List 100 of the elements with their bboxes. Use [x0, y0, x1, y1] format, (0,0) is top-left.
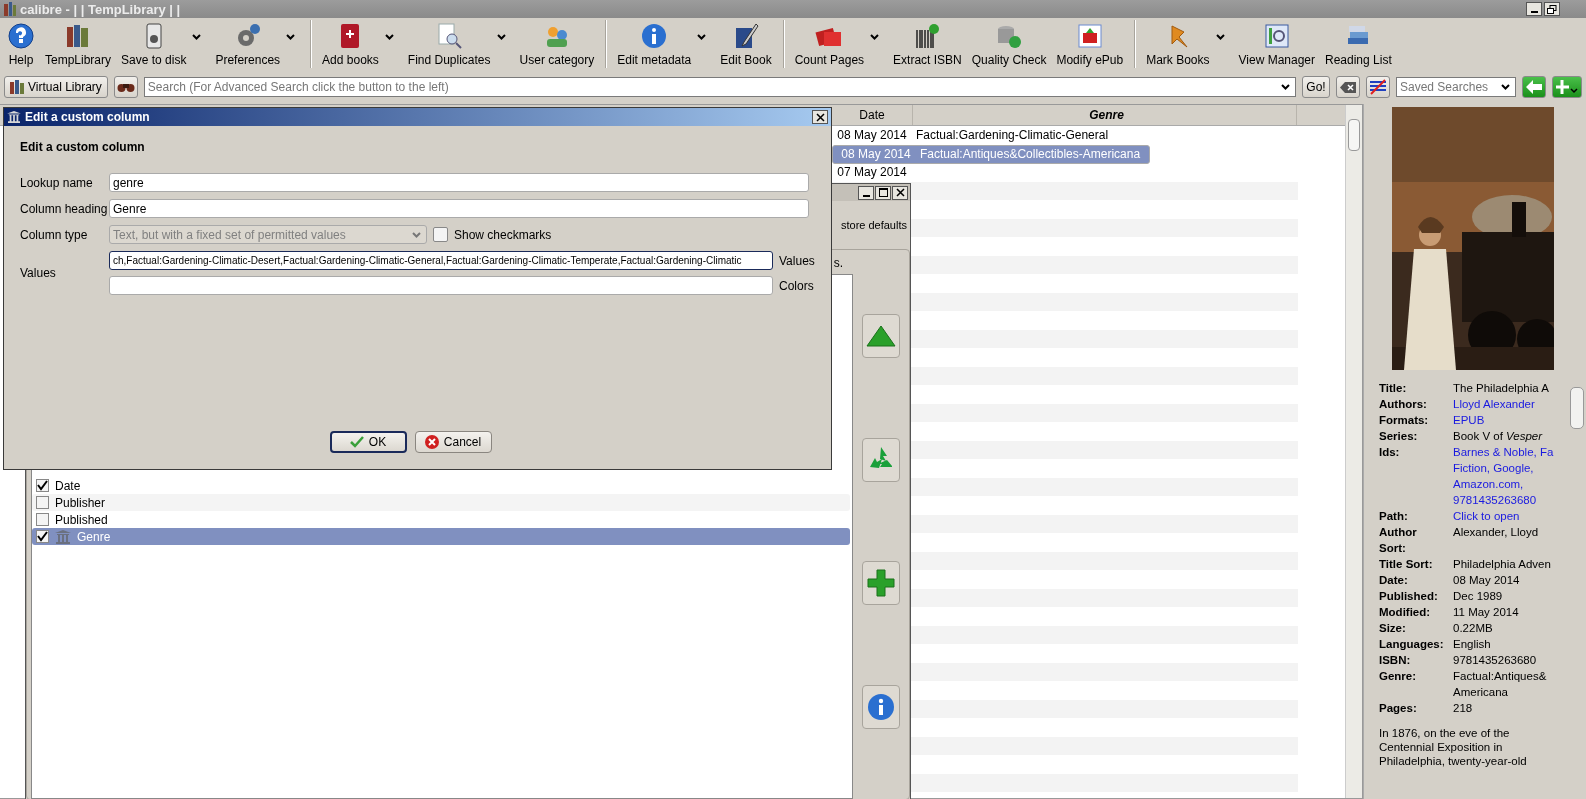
books-icon	[4, 2, 16, 16]
add-button[interactable]	[862, 561, 900, 606]
instruction-text: s.	[833, 256, 843, 270]
dialog-heading: Edit a custom column	[20, 140, 146, 154]
field-value: English	[1453, 637, 1491, 652]
details-link[interactable]: Fiction, Google,	[1453, 460, 1534, 476]
column-header[interactable]: Genre	[913, 105, 1297, 125]
field-label: Modified:	[1379, 605, 1432, 620]
help-icon	[7, 21, 35, 50]
field-label: Title Sort:	[1379, 557, 1434, 572]
restore-button[interactable]	[1544, 2, 1560, 16]
toolbar-button[interactable]: Add books	[310, 20, 403, 68]
info-icon	[867, 693, 895, 722]
package-icon	[1075, 21, 1104, 50]
highlight-toggle-button[interactable]	[1366, 76, 1390, 98]
checkbox[interactable]	[36, 496, 49, 509]
binoculars-icon	[116, 81, 135, 93]
details-link[interactable]: EPUB	[1453, 412, 1485, 428]
restore-defaults-button[interactable]: store defaults	[840, 219, 907, 231]
minimize-button[interactable]	[858, 185, 874, 200]
add-search-button[interactable]	[1552, 76, 1582, 98]
info-button[interactable]	[862, 685, 900, 730]
toolbar-button[interactable]: User category	[514, 20, 600, 68]
caret-icon	[496, 34, 506, 40]
minimize-button[interactable]	[1526, 2, 1542, 16]
toolbar-button[interactable]: TempLibrary	[40, 20, 117, 68]
column-list-item[interactable]: Published	[32, 511, 850, 528]
toolbar-button[interactable]: Reading List	[1320, 20, 1397, 68]
advanced-search-button[interactable]	[113, 76, 138, 98]
toolbar-button[interactable]: Help	[2, 20, 40, 68]
checkbox[interactable]	[433, 227, 448, 242]
details-link[interactable]: 9781435263680	[1453, 492, 1537, 508]
go-button[interactable]: Go!	[1302, 76, 1330, 98]
virtual-library-button[interactable]: Virtual Library	[4, 76, 108, 98]
field-value: 08 May 2014	[1453, 573, 1520, 588]
close-button[interactable]	[892, 185, 908, 200]
table-cell-text: Factual:Antiques&Collectibles-Americana	[919, 147, 1142, 161]
toolbar-button[interactable]: Find Duplicates	[402, 20, 515, 68]
plus-icon	[867, 569, 895, 598]
cancel-button[interactable]: Cancel	[414, 431, 492, 453]
maximize-button[interactable]	[875, 185, 891, 200]
field-label: Date:	[1379, 573, 1409, 588]
table-row[interactable]: 07 May 2014	[832, 163, 1298, 182]
backspace-icon	[1340, 81, 1356, 93]
field-label: Path:	[1379, 509, 1409, 524]
details-link[interactable]: Amazon.com,	[1453, 476, 1524, 492]
field-label: Colors	[779, 278, 814, 293]
dropdown-icon	[412, 231, 421, 238]
dropdown-icon[interactable]	[1281, 84, 1290, 90]
values-field[interactable]: ch,Factual:Gardening-Climatic-Desert,Factual:Gardening-Climatic-General,Factual:Gardening-Climatic-Temperate,Factual:Gardening-Climatic	[109, 251, 773, 270]
saved-searches-field[interactable]: Saved Searches	[1396, 77, 1516, 97]
info-icon	[640, 21, 669, 50]
checkbox[interactable]	[36, 513, 49, 526]
toolbar-button[interactable]: Count Pages	[782, 20, 889, 68]
table-row[interactable]: 08 May 2014 Factual:Gardening-Climatic-General	[832, 126, 1298, 145]
toolbar-button[interactable]: View Manager	[1233, 20, 1320, 68]
save-search-button[interactable]	[1522, 76, 1546, 98]
field-label: Languages:	[1379, 637, 1445, 652]
window-title: calibre - | | TempLibrary | |	[20, 1, 181, 17]
caret-icon	[384, 34, 394, 40]
checkbox[interactable]	[36, 530, 49, 543]
dropdown-icon[interactable]	[1501, 84, 1510, 90]
details-link[interactable]: Click to open	[1453, 508, 1520, 524]
lines-crossed-icon	[1369, 79, 1387, 95]
checkbox-label: Show checkmarks	[454, 227, 552, 242]
toolbar-button[interactable]: Modify ePub	[1051, 20, 1129, 68]
column-icon	[55, 529, 71, 544]
close-button[interactable]	[812, 110, 828, 124]
details-link[interactable]: Barnes & Noble, Fa	[1453, 444, 1554, 460]
column-heading-field[interactable]: Genre	[109, 199, 809, 218]
field-label: Values	[20, 266, 57, 280]
column-list-item[interactable]: Date	[32, 477, 850, 494]
ok-button[interactable]: OK	[329, 431, 407, 453]
column-icon	[7, 111, 21, 123]
toolbar-button[interactable]: Edit metadata	[605, 20, 716, 68]
field-value: 11 May 2014	[1453, 605, 1519, 620]
close-icon	[815, 112, 825, 122]
scrollbar[interactable]	[1345, 105, 1362, 798]
toolbar-button[interactable]: Preferences	[210, 20, 305, 68]
caret-icon	[1215, 34, 1225, 40]
clear-search-button[interactable]	[1336, 76, 1360, 98]
cancel-icon	[424, 435, 439, 449]
column-name: Genre	[77, 529, 111, 544]
lookup-name-field[interactable]: genre	[109, 173, 809, 192]
details-link[interactable]: Lloyd Alexander	[1453, 396, 1535, 412]
toolbar-button[interactable]: Edit Book	[715, 20, 777, 68]
minimize-icon	[1530, 11, 1538, 13]
toolbar-button[interactable]: Mark Books	[1134, 20, 1234, 68]
field-label: Title:	[1379, 381, 1408, 396]
column-list-item[interactable]: Publisher	[32, 494, 850, 511]
search-field[interactable]: Search (For Advanced Search click the button to the left)	[143, 77, 1296, 97]
toolbar-button[interactable]: Extract ISBN	[888, 20, 967, 68]
toolbar-button[interactable]: Quality Check	[966, 20, 1052, 68]
toolbar-button[interactable]: Save to disk	[116, 20, 211, 68]
field-label: Genre:	[1379, 669, 1418, 684]
checkbox[interactable]	[36, 479, 49, 492]
move-up-button[interactable]	[862, 313, 900, 358]
close-icon	[895, 188, 905, 197]
field-label: Column heading	[20, 201, 109, 216]
colors-field[interactable]	[109, 276, 773, 295]
